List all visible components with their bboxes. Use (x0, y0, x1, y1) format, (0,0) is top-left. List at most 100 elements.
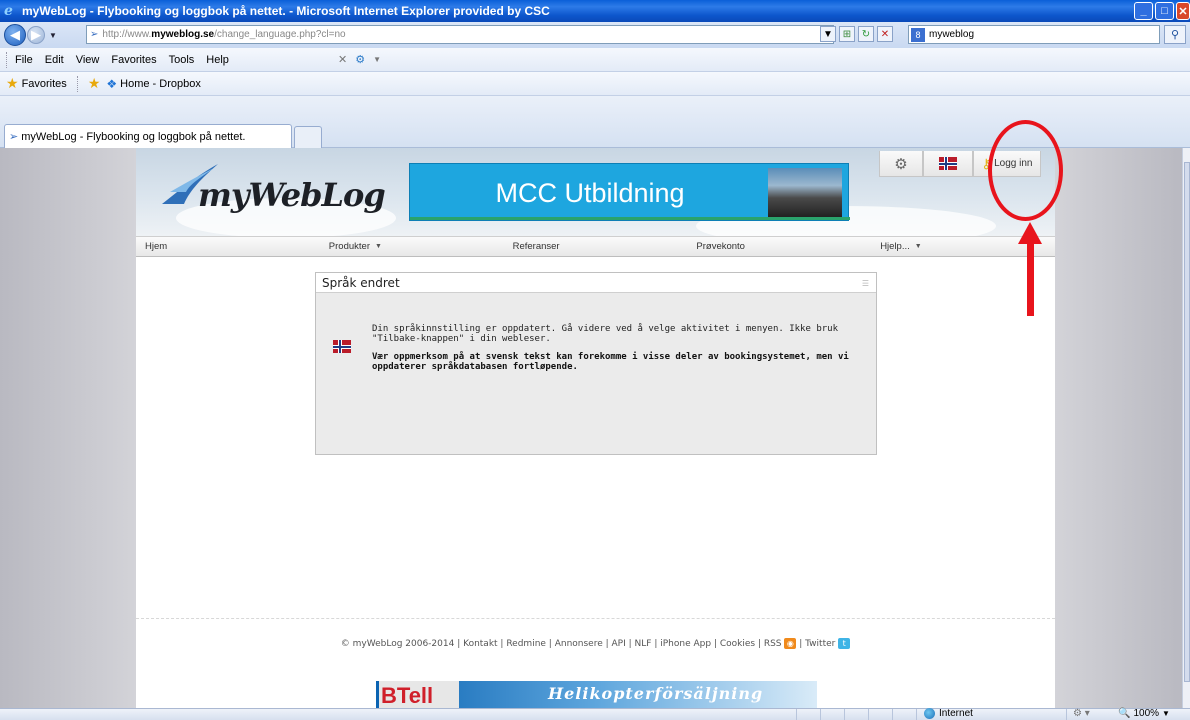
footer-link-kontakt[interactable]: Kontakt (463, 639, 497, 649)
address-input[interactable]: ➢ http://www. myweblog.se/change_language… (86, 25, 834, 44)
toolbar-grip (6, 51, 9, 68)
menu-help[interactable]: Help (206, 54, 229, 66)
nav-item-hjem[interactable]: Hjem (136, 237, 320, 256)
favorites-bar: ★ Favorites ★ ❖ Home - Dropbox (0, 72, 1190, 96)
globe-icon (924, 708, 935, 719)
site-nav: Hjem Produkter ▼ Referanser Prøvekonto Hj… (136, 236, 1055, 257)
favorites-button[interactable]: Favorites (22, 78, 67, 90)
language-changed-panel: Språk endret ☰ Din språkinnstilling er o… (315, 272, 877, 455)
address-toolbar: ◀ ▶ ▼ ➢ http://www. myweblog.se/change_la… (0, 22, 1190, 48)
nav-label: Prøvekonto (696, 241, 745, 252)
rss-icon[interactable]: ◉ (784, 638, 797, 649)
search-provider-icon: 8 (911, 27, 925, 42)
footer-link-redmine[interactable]: Redmine (506, 639, 546, 649)
menu-favorites[interactable]: Favorites (111, 54, 156, 66)
menu-edit[interactable]: Edit (45, 54, 64, 66)
ad-text: Helikopterförsäljning (548, 684, 764, 703)
dropbox-icon: ❖ (106, 76, 118, 91)
nav-label: Hjem (145, 241, 168, 252)
settings-gear-icon[interactable]: ⚙ (879, 151, 923, 177)
menu-bar: File Edit View Favorites Tools Help ✕ ⚙ … (0, 48, 1190, 72)
page-margin-right (1055, 148, 1182, 708)
site-favicon: ➢ (90, 29, 99, 40)
footer-link-rss[interactable]: RSS (764, 639, 782, 649)
vertical-scrollbar[interactable] (1182, 148, 1190, 708)
zoom-label: 100% (1133, 708, 1160, 719)
history-dropdown-icon[interactable]: ▼ (49, 31, 57, 40)
add-favorite-icon[interactable]: ★ (88, 75, 101, 92)
panel-grip-icon[interactable]: ☰ (862, 279, 869, 288)
site-header: myWebLog MCC Utbildning ⚙ ⚷ Logg inn (136, 148, 1055, 236)
nav-label: Produkter (328, 241, 370, 252)
search-input[interactable]: 8 myweblog (908, 25, 1160, 44)
site-logo[interactable]: myWebLog (198, 176, 386, 214)
ad-banner-mcc[interactable]: MCC Utbildning (409, 163, 850, 221)
browser-viewport: myWebLog MCC Utbildning ⚙ ⚷ Logg inn Hje… (0, 148, 1190, 708)
stop-icon[interactable]: ✕ (877, 26, 893, 42)
ad-banner-helikopter[interactable]: BTell Helikopterförsäljning (376, 681, 817, 708)
page-margin-left (0, 148, 136, 708)
window-title-bar: e myWebLog - Flybooking og loggbok på ne… (0, 0, 1190, 22)
nav-label: Hjelp... (880, 241, 910, 252)
panel-title: Språk endret (322, 275, 400, 290)
web-page: myWebLog MCC Utbildning ⚙ ⚷ Logg inn Hje… (136, 148, 1055, 708)
chevron-down-icon: ▼ (374, 243, 382, 250)
banner-strip (410, 217, 850, 220)
minimize-button[interactable]: _ (1134, 2, 1153, 20)
search-icon[interactable]: ⚲ (1164, 25, 1186, 44)
footer-link-cookies[interactable]: Cookies (720, 639, 755, 649)
nav-item-referanser[interactable]: Referanser (504, 237, 688, 256)
zoom-dropdown-icon: ▼ (1162, 709, 1170, 718)
annotation-circle (988, 120, 1063, 221)
window-title: myWebLog - Flybooking og loggbok på nett… (22, 4, 550, 18)
address-dropdown-icon[interactable]: ▼ (820, 26, 836, 42)
compatibility-view-icon[interactable]: ⊞ (839, 26, 855, 42)
norway-flag-icon (939, 157, 957, 170)
menu-file[interactable]: File (15, 54, 33, 66)
url-path: /change_language.php?cl=no (214, 29, 346, 40)
swedish-text-notice: Vær oppmerksom på at svensk tekst kan fo… (372, 352, 849, 372)
scrollbar-thumb[interactable] (1184, 162, 1190, 682)
security-zone[interactable]: Internet (924, 708, 973, 719)
maximize-button[interactable]: □ (1155, 2, 1174, 20)
addon-icon[interactable]: ⚙ (355, 53, 365, 66)
twitter-icon[interactable]: t (838, 638, 851, 649)
ad-brand-logo: BTell (379, 681, 459, 708)
new-tab-button[interactable] (294, 126, 322, 148)
zoom-control[interactable]: 🔍 100% ▼ (1118, 708, 1170, 719)
close-toolbar-icon[interactable]: ✕ (338, 53, 347, 66)
chevron-down-icon: ▼ (914, 243, 922, 250)
url-prefix: http://www. (102, 29, 152, 40)
language-flag-button[interactable] (923, 151, 973, 177)
banner-text: MCC Utbildning (495, 177, 685, 208)
menu-tools[interactable]: Tools (169, 54, 195, 66)
footer-link-annonsere[interactable]: Annonsere (555, 639, 603, 649)
nav-item-provekonto[interactable]: Prøvekonto (687, 237, 871, 256)
zone-label: Internet (939, 708, 973, 719)
menu-view[interactable]: View (76, 54, 100, 66)
footer-link-twitter[interactable]: Twitter (805, 639, 835, 649)
footer-link-api[interactable]: API (612, 639, 626, 649)
status-bar: Internet ⚙ ▾ 🔍 100% ▼ (0, 708, 1190, 720)
nav-item-produkter[interactable]: Produkter ▼ (320, 237, 504, 256)
close-button[interactable]: ✕ (1176, 2, 1190, 20)
panel-message: Din språkinnstilling er oppdatert. Gå vi… (372, 324, 862, 380)
norway-flag-icon (333, 340, 351, 353)
addon-dropdown-icon[interactable]: ▼ (373, 55, 381, 64)
forward-button[interactable]: ▶ (27, 26, 45, 44)
footer-copyright: © myWebLog 2006-2014 (340, 639, 455, 649)
tab-label: myWebLog - Flybooking og loggbok på nett… (21, 130, 246, 143)
protected-mode-icon[interactable]: ⚙ ▾ (1073, 708, 1090, 719)
favorites-star-icon: ★ (6, 75, 19, 91)
footer-divider (136, 618, 1055, 619)
zoom-icon: 🔍 (1118, 708, 1131, 719)
footer-link-iphone-app[interactable]: iPhone App (660, 639, 711, 649)
tab-myweblog[interactable]: ➢ myWebLog - Flybooking og loggbok på ne… (4, 124, 292, 148)
refresh-icon[interactable]: ↻ (858, 26, 874, 42)
favorites-separator (76, 75, 78, 92)
nav-label: Referanser (512, 241, 560, 252)
footer-link-nlf[interactable]: NLF (635, 639, 652, 649)
favorite-link-dropbox[interactable]: Home - Dropbox (120, 78, 201, 90)
back-button[interactable]: ◀ (4, 24, 26, 46)
url-domain: myweblog.se (151, 29, 215, 40)
